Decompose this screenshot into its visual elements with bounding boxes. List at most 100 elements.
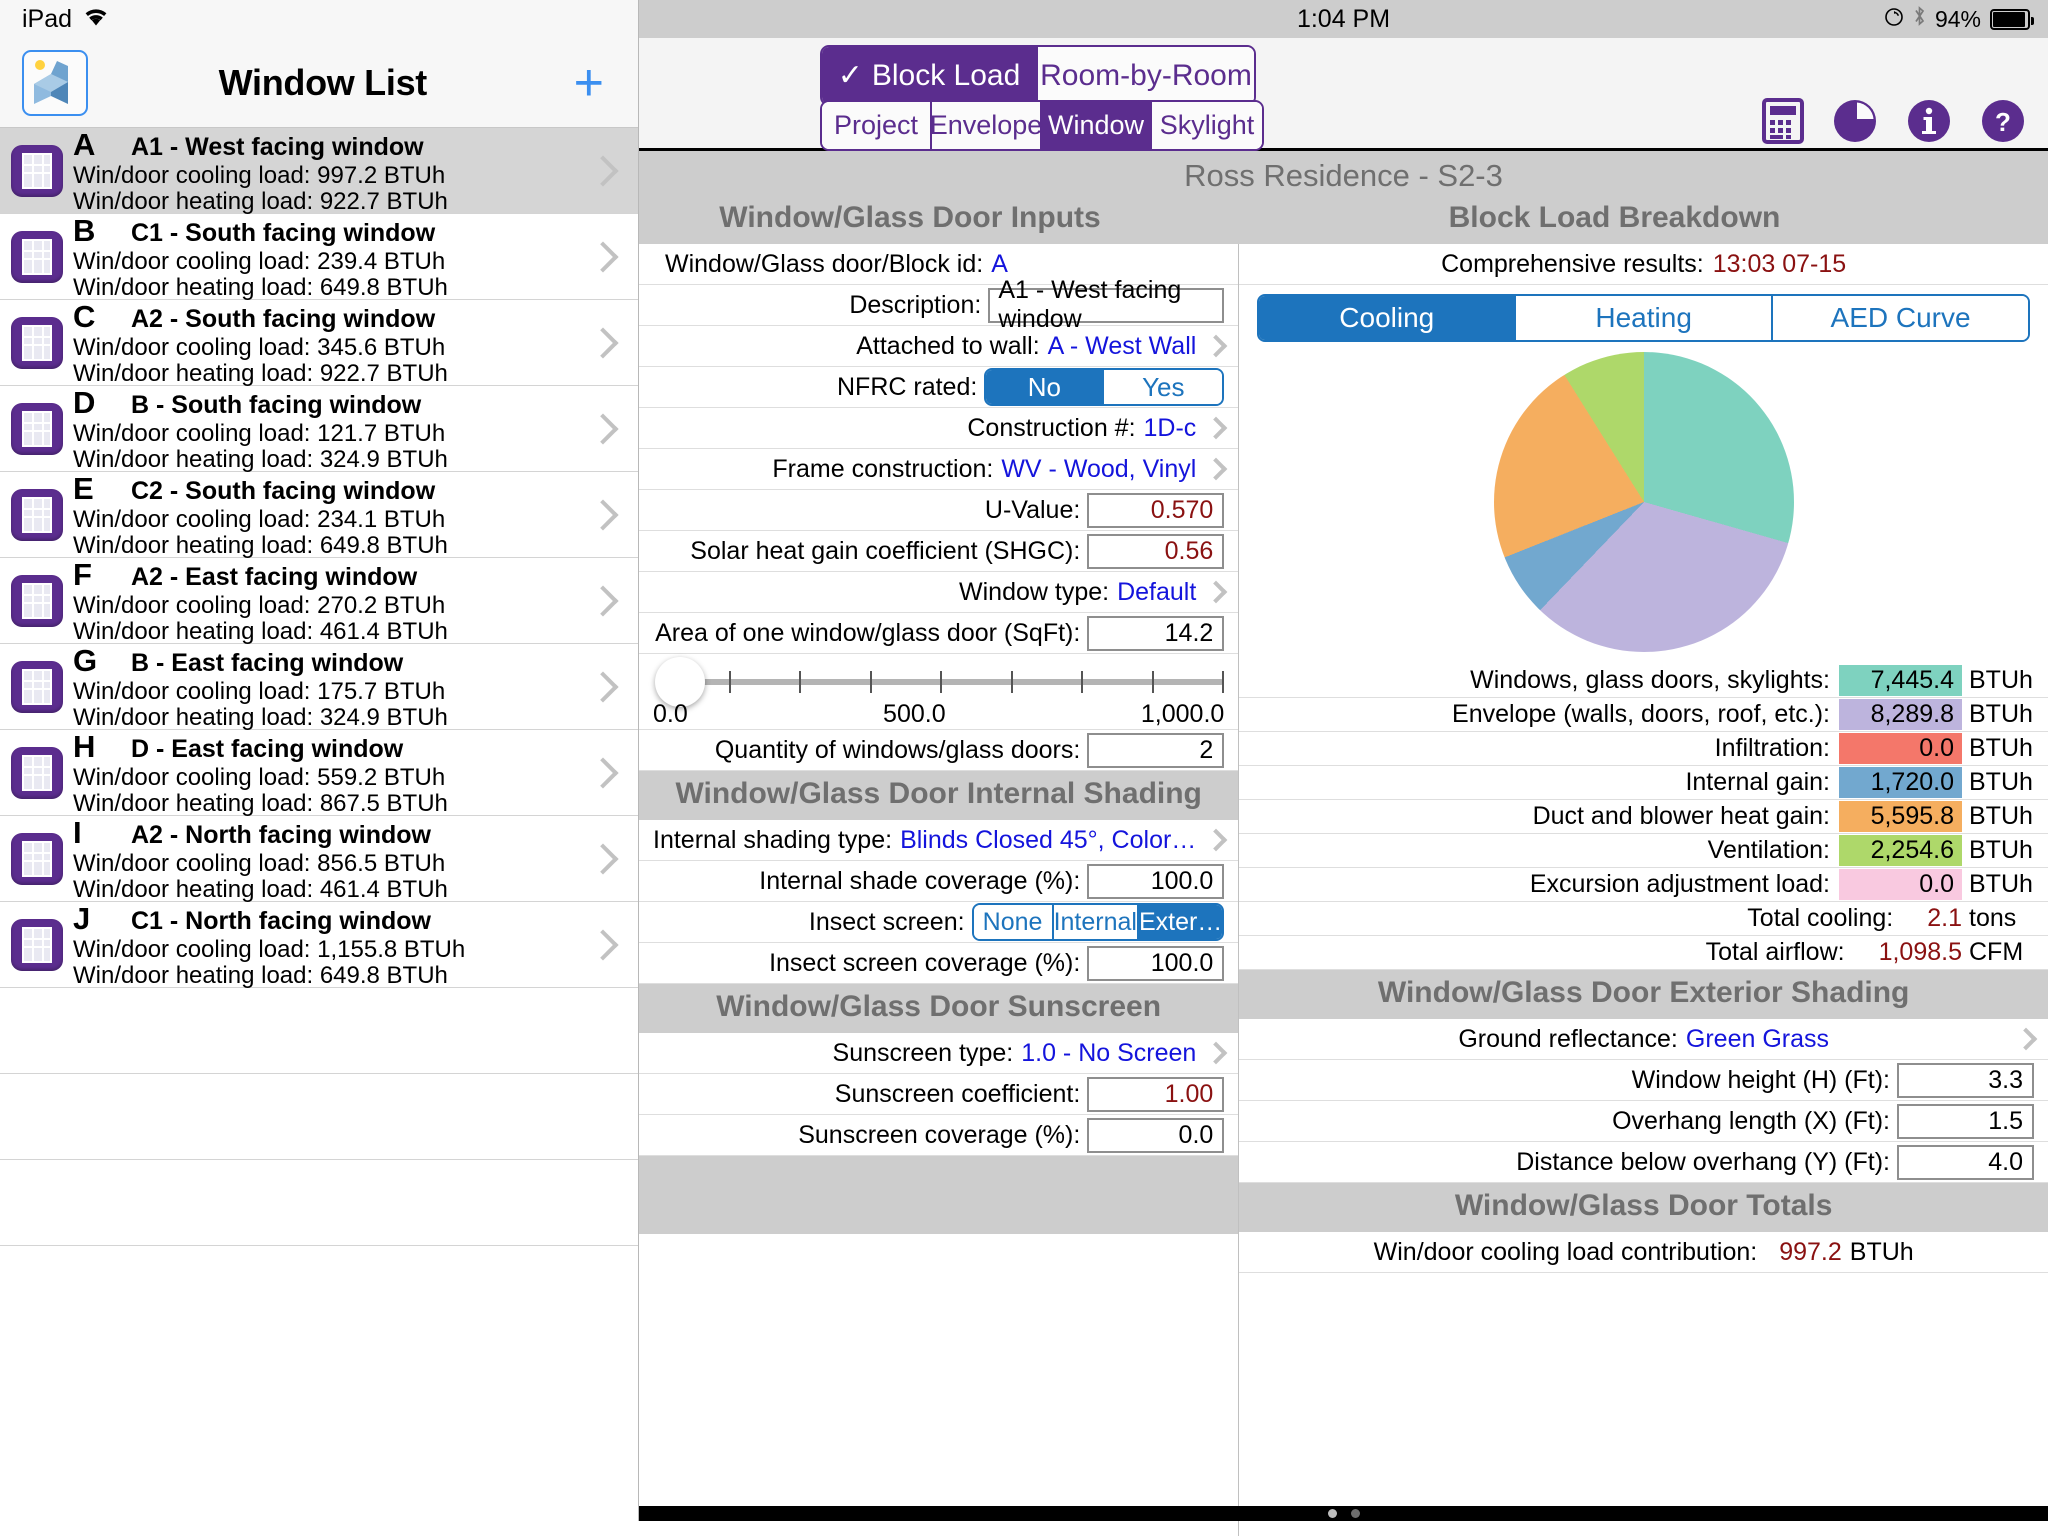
row-shading-type[interactable]: Internal shading type: Blinds Closed 45°… xyxy=(639,820,1239,861)
tab-exter-[interactable]: Exter… xyxy=(1138,905,1223,939)
breakdown-row: Envelope (walls, doors, roof, etc.): 8,28… xyxy=(1239,698,2048,732)
list-item[interactable]: C A2 - South facing window Win/door coolin… xyxy=(0,299,638,386)
chevron-right-icon xyxy=(1204,457,1228,481)
info-icon[interactable] xyxy=(1906,98,1952,149)
shgc-input[interactable]: 0.56 xyxy=(1087,533,1225,569)
breakdown-row: Windows, glass doors, skylights: 7,445.4 B… xyxy=(1239,664,2048,698)
list-item-cooling: Win/door cooling load: 175.7 BTUh xyxy=(73,677,446,705)
list-item[interactable]: B C1 - South facing window Win/door coolin… xyxy=(0,213,638,301)
tab-label: Block Load xyxy=(871,58,1021,92)
breakdown-label: Duct and blower heat gain: xyxy=(1532,802,1830,830)
row-frame[interactable]: Frame construction: WV - Wood, Vinyl xyxy=(639,449,1239,490)
window-height-input[interactable]: 3.3 xyxy=(1897,1062,2034,1098)
shading-type-label: Internal shading type: xyxy=(653,825,893,854)
pie-chart-icon[interactable] xyxy=(1832,98,1878,149)
sunscreen-coverage-input[interactable]: 0.0 xyxy=(1087,1117,1225,1153)
list-item[interactable]: F A2 - East facing window Win/door cooling… xyxy=(0,557,638,645)
tab-project[interactable]: Project xyxy=(822,102,932,149)
window-list[interactable]: A A1 - West facing window Win/door cooling… xyxy=(0,128,638,1246)
tab-skylight[interactable]: Skylight xyxy=(1152,102,1262,149)
list-item[interactable]: G B - East facing window Win/door cooling … xyxy=(0,643,638,730)
window-icon xyxy=(11,230,63,283)
tab-aed-curve[interactable]: AED Curve xyxy=(1773,296,2028,340)
row-area: Area of one window/glass door (SqFt): 14… xyxy=(639,613,1239,654)
breakdown-tabs[interactable]: Cooling Heating AED Curve xyxy=(1257,294,2030,342)
app-logo-icon[interactable] xyxy=(22,49,88,116)
results-label: Comprehensive results: xyxy=(1441,249,1704,278)
list-item-heating: Win/door heating load: 324.9 BTUh xyxy=(73,445,448,473)
chevron-right-icon xyxy=(587,498,619,531)
tab-block-load[interactable]: ✓ Block Load xyxy=(822,47,1038,104)
insect-coverage-label: Insect screen coverage (%): xyxy=(769,948,1081,977)
tab-label: None xyxy=(982,907,1043,936)
distance-below-input[interactable]: 4.0 xyxy=(1897,1144,2034,1180)
row-sunscreen-type[interactable]: Sunscreen type: 1.0 - No Screen xyxy=(639,1033,1239,1074)
row-window-type[interactable]: Window type: Default xyxy=(639,572,1239,613)
tab-cooling[interactable]: Cooling xyxy=(1259,296,1517,340)
quantity-input[interactable]: 2 xyxy=(1087,732,1225,768)
list-item-heating: Win/door heating load: 649.8 BTUh xyxy=(73,273,448,301)
list-item[interactable]: I A2 - North facing window Win/door coolin… xyxy=(0,815,638,902)
list-item-cooling: Win/door cooling load: 345.6 BTUh xyxy=(73,333,446,361)
nfrc-toggle[interactable]: No Yes xyxy=(984,368,1225,406)
shade-coverage-input[interactable]: 100.0 xyxy=(1087,863,1225,899)
breakdown-unit: BTUh xyxy=(1969,836,2033,864)
breakdown-row: Ventilation: 2,254.6 BTUh xyxy=(1239,834,2048,868)
status-badge: 0.0 xyxy=(1839,869,1962,900)
list-item-body: H D - East facing window Win/door cooling … xyxy=(73,729,592,817)
breakdown-value: 1,720.0 xyxy=(1870,768,1954,796)
left-pane-heading: Window/Glass Door Inputs xyxy=(719,201,1101,234)
exterior-shading-heading: Window/Glass Door Exterior Shading xyxy=(1239,970,2048,1019)
uvalue-input[interactable]: 0.570 xyxy=(1087,492,1225,528)
row-construction[interactable]: Construction #: 1D-c xyxy=(639,408,1239,449)
row-sunscreen-coverage: Sunscreen coverage (%): 0.0 xyxy=(639,1115,1239,1156)
sunscreen-coeff-input[interactable]: 1.00 xyxy=(1087,1076,1225,1112)
cooling-contribution-unit: BTUh xyxy=(1849,1237,1914,1266)
description-input[interactable]: A1 - West facing window xyxy=(988,276,1225,333)
calculator-icon[interactable] xyxy=(1762,98,1804,149)
tab-envelope[interactable]: Envelope xyxy=(930,102,1042,149)
tab-room-by-room[interactable]: Room-by-Room xyxy=(1038,47,1254,104)
list-item[interactable]: E C2 - South facing window Win/door coolin… xyxy=(0,471,638,558)
list-item[interactable]: H D - East facing window Win/door cooling … xyxy=(0,729,638,817)
total-label: Total cooling: xyxy=(1747,904,1894,932)
add-window-button[interactable]: + xyxy=(558,57,620,109)
window-icon xyxy=(11,488,63,541)
construction-label: Construction #: xyxy=(967,413,1136,442)
breakdown-unit: BTUh xyxy=(1969,734,2033,762)
tab-window[interactable]: Window xyxy=(1042,102,1152,149)
insect-coverage-input[interactable]: 100.0 xyxy=(1087,945,1225,981)
list-item-body: D B - South facing window Win/door cooling… xyxy=(73,385,592,473)
list-item[interactable]: A A1 - West facing window Win/door cooling… xyxy=(0,128,638,214)
breakdown-row: Internal gain: 1,720.0 BTUh xyxy=(1239,766,2048,800)
page-dot-active[interactable] xyxy=(1327,1509,1337,1518)
chevron-right-icon xyxy=(587,928,619,961)
category-segmented-control[interactable]: Project Envelope Window Skylight xyxy=(820,100,1264,151)
row-attached-wall[interactable]: Attached to wall: A - West Wall xyxy=(639,326,1239,367)
window-icon xyxy=(11,316,63,369)
block-load-column: Comprehensive results: 13:03 07-15 Cooli… xyxy=(1239,244,2048,1536)
insect-screen-toggle[interactable]: None Internal Exter… xyxy=(971,903,1225,941)
tab-internal[interactable]: Internal xyxy=(1053,905,1139,939)
page-dot[interactable] xyxy=(1350,1509,1360,1518)
tab-no[interactable]: No xyxy=(986,370,1105,404)
overhang-length-input[interactable]: 1.5 xyxy=(1897,1103,2034,1139)
page-indicator[interactable] xyxy=(639,1506,2048,1521)
list-item-name: C2 - South facing window xyxy=(131,476,436,505)
area-slider[interactable]: 0.0 500.0 1,000.0 xyxy=(639,654,1239,730)
rotation-lock-icon xyxy=(1884,6,1904,33)
list-item[interactable]: D B - South facing window Win/door cooling… xyxy=(0,385,638,473)
row-cooling-contribution: Win/door cooling load contribution: 997.… xyxy=(1239,1232,2048,1273)
list-item-cooling: Win/door cooling load: 856.5 BTUh xyxy=(73,849,446,877)
tab-none[interactable]: None xyxy=(973,905,1054,939)
tab-heating[interactable]: Heating xyxy=(1516,296,1774,340)
row-ground-reflectance[interactable]: Ground reflectance: Green Grass xyxy=(1239,1019,2048,1060)
area-input[interactable]: 14.2 xyxy=(1087,615,1225,651)
tab-yes[interactable]: Yes xyxy=(1104,370,1223,404)
totals-heading: Window/Glass Door Totals xyxy=(1239,1183,2048,1232)
mode-segmented-control[interactable]: ✓ Block Load Room-by-Room xyxy=(820,45,1256,106)
breakdown-value: 2,254.6 xyxy=(1870,836,1954,864)
help-icon[interactable]: ? xyxy=(1980,98,2026,149)
list-item-body: F A2 - East facing window Win/door cooling… xyxy=(73,557,592,645)
list-item[interactable]: J C1 - North facing window Win/door coolin… xyxy=(0,901,638,988)
